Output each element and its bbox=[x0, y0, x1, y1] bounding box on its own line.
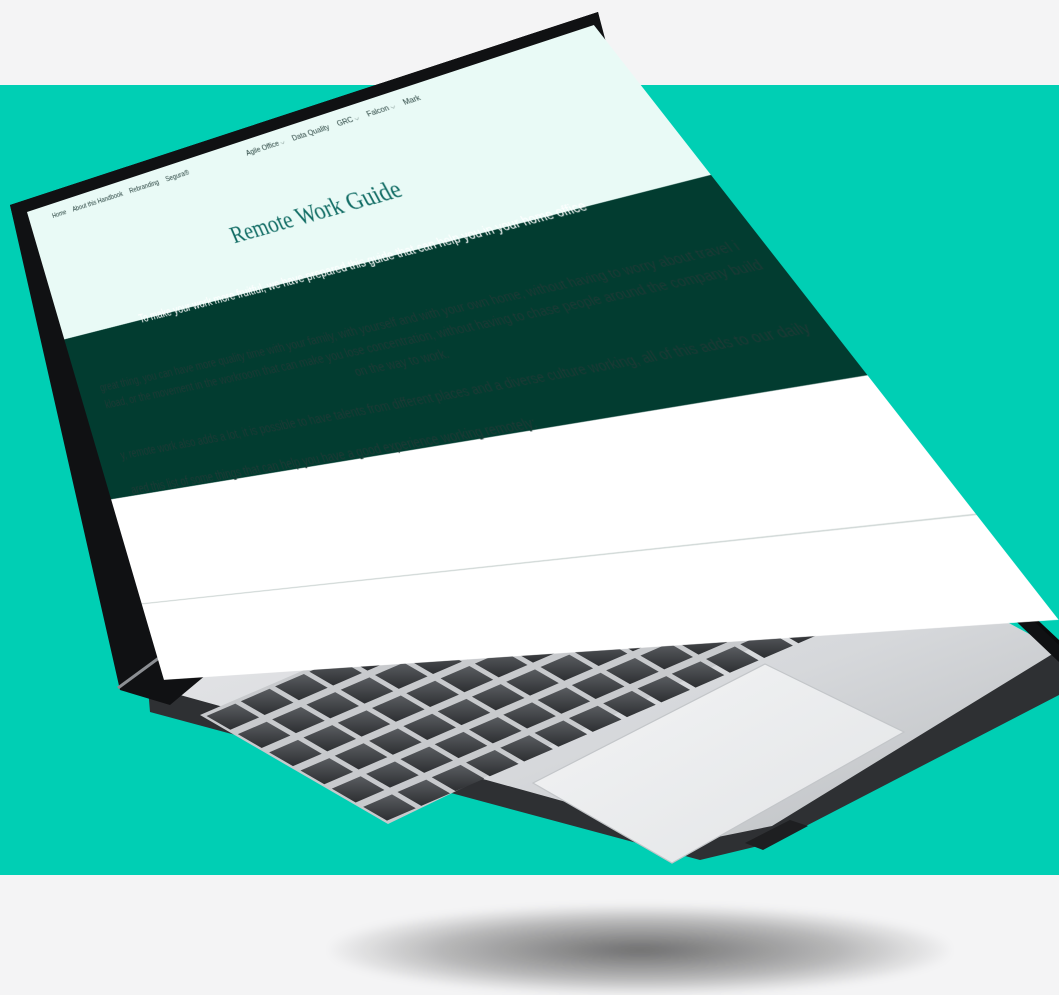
section-divider bbox=[142, 514, 977, 605]
